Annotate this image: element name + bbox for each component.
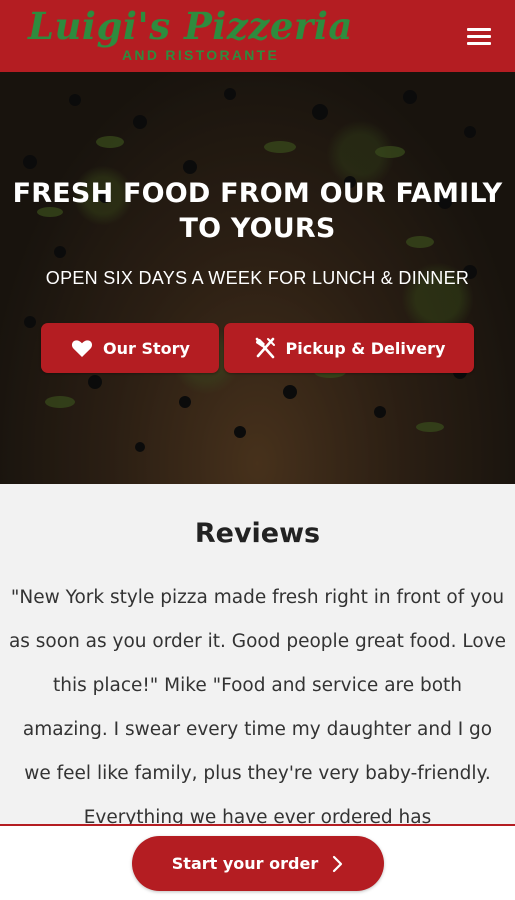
pickup-delivery-button[interactable]: Pickup & Delivery [224, 323, 474, 373]
logo-script-text: Luigi's Pizzeria [28, 4, 353, 48]
logo-subtitle: AND RISTORANTE [122, 47, 280, 63]
hero-title-line: TO YOURS [179, 213, 336, 244]
start-order-button[interactable]: Start your order [132, 836, 384, 891]
site-header: Luigi's Pizzeria AND RISTORANTE [0, 0, 515, 72]
hero-title-line: FRESH FOOD FROM OUR FAMILY [12, 178, 503, 209]
our-story-label: Our Story [103, 338, 190, 358]
our-story-button[interactable]: Our Story [41, 323, 219, 373]
start-order-label: Start your order [171, 854, 319, 873]
reviews-heading: Reviews [194, 518, 321, 549]
luigis-pizzeria-logo[interactable]: Luigi's Pizzeria AND RISTORANTE [28, 4, 352, 68]
hero-title: FRESH FOOD FROM OUR FAMILY TO YOURS [0, 176, 515, 246]
hero-section: FRESH FOOD FROM OUR FAMILY TO YOURS OPEN… [0, 72, 515, 484]
menu-bar [467, 35, 491, 38]
pickup-delivery-label: Pickup & Delivery [285, 338, 446, 358]
menu-bar [467, 42, 491, 45]
utensils-icon [253, 336, 277, 360]
hero-subtitle: OPEN SIX DAYS A WEEK FOR LUNCH & DINNER [45, 268, 470, 288]
chevron-right-icon [330, 855, 344, 873]
menu-bar [467, 28, 491, 31]
heart-icon [70, 336, 94, 360]
hamburger-menu-icon[interactable] [464, 22, 494, 50]
reviews-text: "New York style pizza made fresh right i… [8, 587, 507, 828]
